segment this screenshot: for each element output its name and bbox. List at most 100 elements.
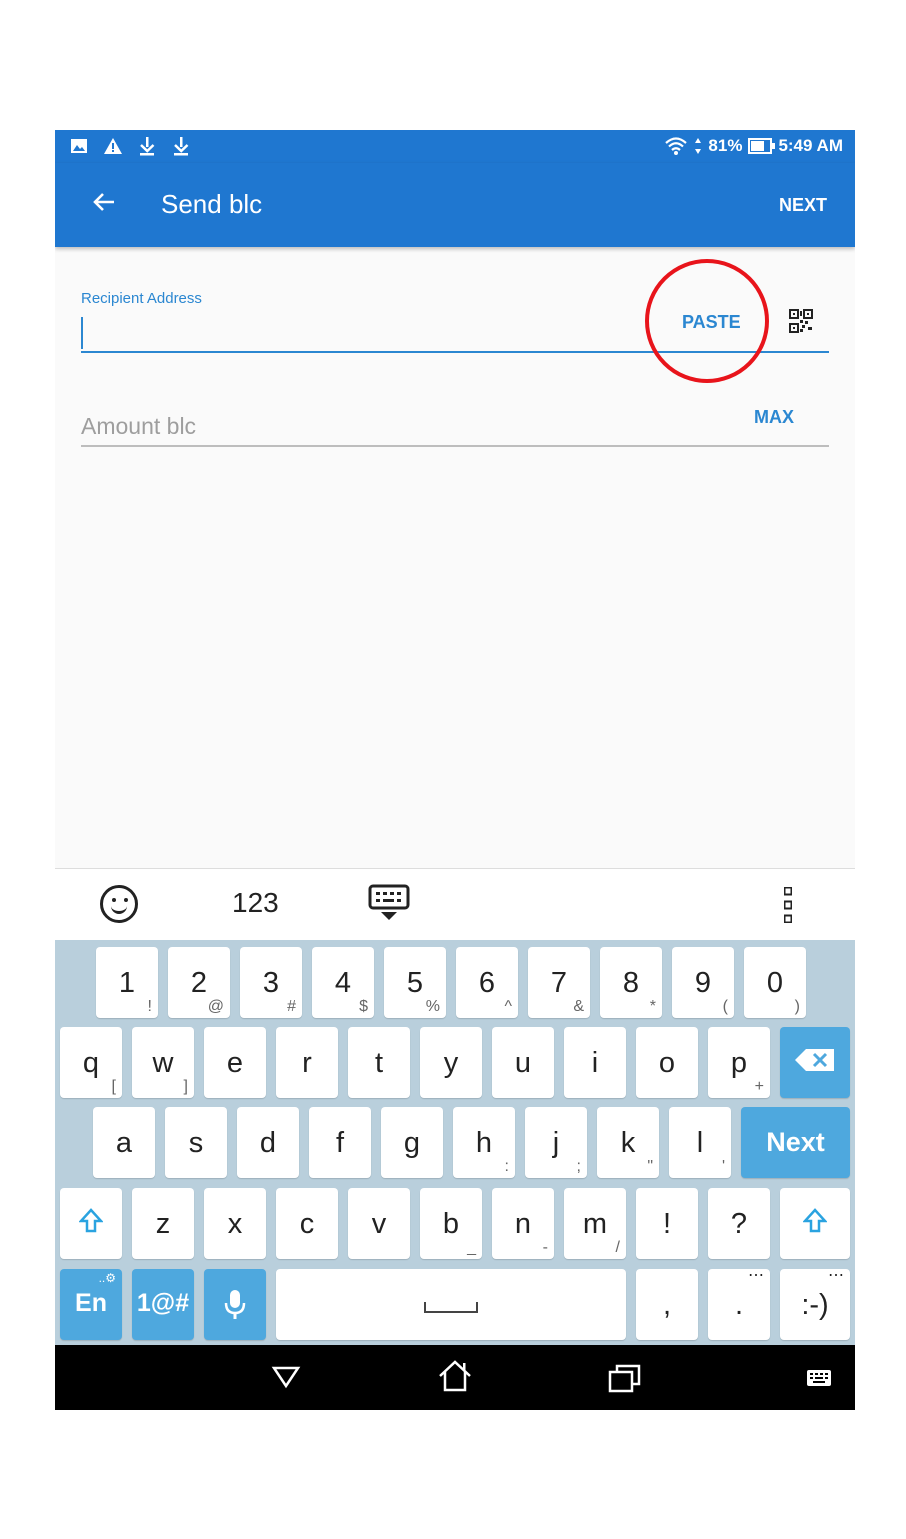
key-o[interactable]: o [636, 1027, 698, 1098]
max-button[interactable]: MAX [754, 407, 794, 428]
key-7[interactable]: 7 & [528, 947, 590, 1018]
key-u[interactable]: u [492, 1027, 554, 1098]
key-s[interactable]: s [165, 1107, 227, 1178]
key-g-label: g [403, 1127, 421, 1159]
key-9[interactable]: 9( [672, 947, 734, 1018]
keyboard-hide-icon[interactable] [368, 884, 410, 922]
comma-key[interactable]: , [636, 1269, 698, 1340]
key-d-label: d [259, 1127, 277, 1159]
key-e-label: e [226, 1047, 244, 1079]
key-f-label: f [335, 1127, 345, 1159]
key-b-label: b [442, 1208, 460, 1240]
key-q[interactable]: q[ [60, 1027, 122, 1098]
home-icon[interactable] [437, 1359, 473, 1393]
next-button[interactable]: NEXT [779, 195, 827, 216]
download-icon [140, 137, 155, 156]
amount-input[interactable]: Amount blc [81, 413, 196, 440]
key-r[interactable]: r [276, 1027, 338, 1098]
backspace-key[interactable] [780, 1027, 850, 1098]
key-l[interactable]: l ' [669, 1107, 731, 1178]
key-4-secondary: $ [359, 998, 368, 1015]
key-question-label: ? [730, 1208, 748, 1240]
back-nav-icon[interactable] [271, 1365, 301, 1389]
key-w-secondary: ] [183, 1078, 188, 1095]
key-k-secondary: " [647, 1158, 653, 1175]
key-1[interactable]: 1! [96, 947, 158, 1018]
shift-key-right-label [780, 1208, 850, 1242]
key-q-secondary: [ [111, 1078, 116, 1095]
key-question[interactable]: ? [708, 1188, 770, 1259]
key-4[interactable]: 4 $ [312, 947, 374, 1018]
voice-input-key[interactable] [204, 1269, 266, 1340]
key-y[interactable]: y [420, 1027, 482, 1098]
key-1-secondary: ! [147, 998, 152, 1015]
next-key-label: Next [766, 1127, 825, 1157]
key-x[interactable]: x [204, 1188, 266, 1259]
more-options-icon[interactable] [784, 887, 792, 923]
key-3[interactable]: 3 # [240, 947, 302, 1018]
status-right: 81% 5:49 AM [664, 136, 843, 156]
key-h-label: h [475, 1127, 493, 1159]
key-c[interactable]: c [276, 1188, 338, 1259]
key-w[interactable]: w] [132, 1027, 194, 1098]
key-h[interactable]: h: [453, 1107, 515, 1178]
shift-key-left[interactable] [60, 1188, 122, 1259]
key-d[interactable]: d [237, 1107, 299, 1178]
key-z-label: z [155, 1208, 171, 1240]
key-p[interactable]: p + [708, 1027, 770, 1098]
key-j[interactable]: j; [525, 1107, 587, 1178]
space-icon [424, 1302, 478, 1313]
symbols-key[interactable]: 1@# [132, 1269, 194, 1340]
back-arrow-icon[interactable] [89, 187, 119, 217]
key-2[interactable]: 2 @ [168, 947, 230, 1018]
recent-apps-icon[interactable] [608, 1363, 642, 1393]
key-v[interactable]: v [348, 1188, 410, 1259]
qr-code-icon[interactable] [789, 309, 813, 333]
keyboard-switch-icon[interactable] [806, 1369, 832, 1387]
period-key-label: . [734, 1289, 744, 1321]
key-3-secondary: # [287, 998, 296, 1015]
key-z[interactable]: z [132, 1188, 194, 1259]
shift-key-right[interactable] [780, 1188, 850, 1259]
phone-screen: 81% 5:49 AM Send blc NEXT Recipient Addr… [55, 130, 855, 1410]
key-n-label: n [514, 1208, 532, 1240]
key-6[interactable]: 6 ^ [456, 947, 518, 1018]
smiley-key[interactable]: :-) ⋯ [780, 1267, 850, 1340]
key-l-label: l [696, 1127, 704, 1159]
numbers-toggle[interactable]: 123 [232, 887, 279, 919]
key-5-label: 5 [406, 967, 424, 999]
keyboard: 1! 2 @3 #4 $5% 6 ^ 7 & 8 * 9(0) q[w] e r t y u i o p + a s d f g h:… [55, 940, 855, 1345]
key-t[interactable]: t [348, 1027, 410, 1098]
image-icon [71, 139, 87, 153]
text-cursor [81, 317, 83, 349]
key-a[interactable]: a [93, 1107, 155, 1178]
smiley-key-label: :-) [801, 1289, 829, 1321]
key-8[interactable]: 8 * [600, 947, 662, 1018]
key-exclamation[interactable]: ! [636, 1188, 698, 1259]
space-key[interactable] [276, 1269, 626, 1340]
key-c-label: c [299, 1208, 315, 1240]
page-title: Send blc [161, 189, 263, 219]
key-o-label: o [658, 1047, 676, 1079]
key-f[interactable]: f [309, 1107, 371, 1178]
emoji-icon[interactable] [100, 885, 138, 923]
comma-key-label: , [662, 1289, 672, 1321]
key-n-secondary: - [542, 1239, 548, 1256]
language-key[interactable]: En ..⚙ [60, 1269, 122, 1340]
key-0[interactable]: 0) [744, 947, 806, 1018]
next-key[interactable]: Next [741, 1107, 850, 1178]
key-i[interactable]: i [564, 1027, 626, 1098]
key-9-secondary: ( [722, 998, 728, 1015]
key-n[interactable]: n- [492, 1188, 554, 1259]
key-h-secondary: : [504, 1158, 509, 1175]
key-5[interactable]: 5% [384, 947, 446, 1018]
key-w-label: w [152, 1047, 174, 1079]
key-k[interactable]: k " [597, 1107, 659, 1178]
microphone-icon [224, 1290, 246, 1319]
key-g[interactable]: g [381, 1107, 443, 1178]
period-key[interactable]: . ⋯ [708, 1267, 770, 1340]
key-e[interactable]: e [204, 1027, 266, 1098]
key-b[interactable]: b _ [420, 1188, 482, 1259]
period-key-secondary: ⋯ [748, 1267, 764, 1284]
key-m[interactable]: m / [564, 1188, 626, 1259]
